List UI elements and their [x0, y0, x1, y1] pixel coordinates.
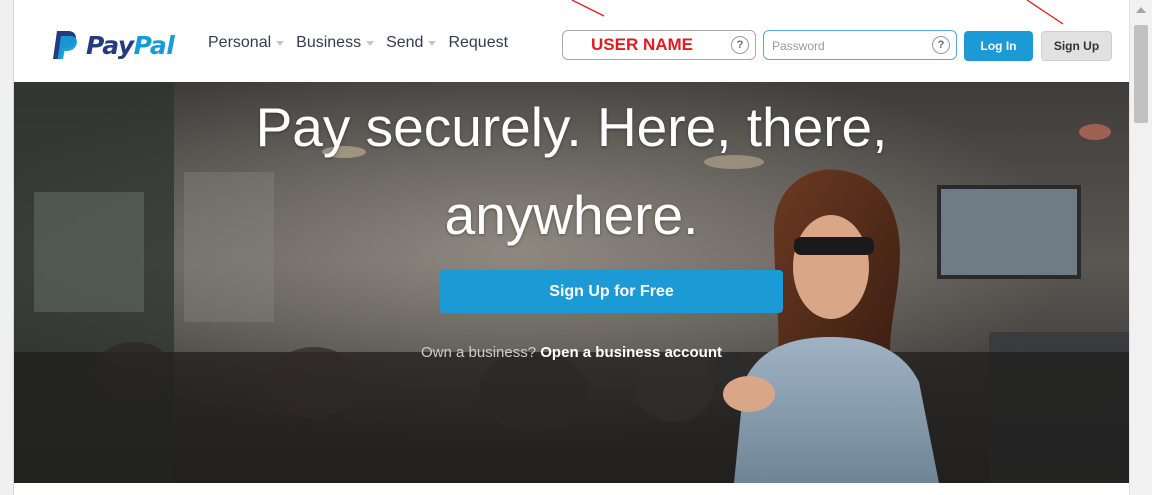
nav-send-label: Send: [386, 34, 424, 51]
hero-title-line1: Pay securely. Here, there,: [255, 96, 888, 158]
scrollbar-thumb[interactable]: [1134, 25, 1148, 123]
password-field[interactable]: ?: [763, 30, 957, 60]
nav-request[interactable]: Request: [448, 34, 508, 52]
open-business-account-link[interactable]: Open a business account: [540, 344, 722, 361]
scroll-up-arrow-icon[interactable]: [1136, 7, 1146, 13]
nav-send[interactable]: Send: [386, 34, 442, 52]
caret-down-icon: [276, 40, 285, 46]
nav-personal[interactable]: Personal: [208, 34, 290, 52]
paypal-logo-icon: [53, 31, 77, 59]
business-prompt: Own a business? Open a business account: [14, 344, 1129, 361]
caret-down-icon: [366, 40, 375, 46]
page-bottom-strip: [14, 483, 1129, 495]
signup-free-button[interactable]: Sign Up for Free: [440, 270, 783, 313]
hero-title-line2: anywhere.: [444, 184, 699, 246]
paypal-logo[interactable]: PayPal: [52, 27, 175, 63]
username-field[interactable]: ?: [562, 30, 756, 60]
nav-request-label: Request: [448, 34, 509, 51]
vertical-scrollbar[interactable]: [1129, 0, 1152, 495]
help-icon[interactable]: ?: [731, 36, 749, 54]
nav-personal-label: Personal: [208, 34, 272, 51]
login-button[interactable]: Log In: [964, 31, 1033, 61]
signup-button[interactable]: Sign Up: [1041, 31, 1112, 61]
username-input[interactable]: [589, 33, 743, 57]
hero-section: Pay securely. Here, there, anywhere. Sig…: [14, 82, 1129, 483]
site-header: PayPal Personal Business Send Request ? …: [14, 0, 1129, 82]
nav-business[interactable]: Business: [296, 34, 380, 52]
page-left-edge: [0, 0, 14, 495]
help-icon[interactable]: ?: [932, 36, 950, 54]
nav-business-label: Business: [296, 34, 362, 51]
logo-pay-text: Pay: [86, 30, 134, 60]
logo-pal-text: Pal: [133, 30, 175, 60]
caret-down-icon: [428, 40, 437, 46]
business-prompt-text: Own a business?: [421, 344, 537, 361]
password-input[interactable]: [770, 34, 924, 58]
logo-wordmark: PayPal: [86, 30, 175, 60]
main-nav: Personal Business Send Request: [208, 34, 514, 52]
